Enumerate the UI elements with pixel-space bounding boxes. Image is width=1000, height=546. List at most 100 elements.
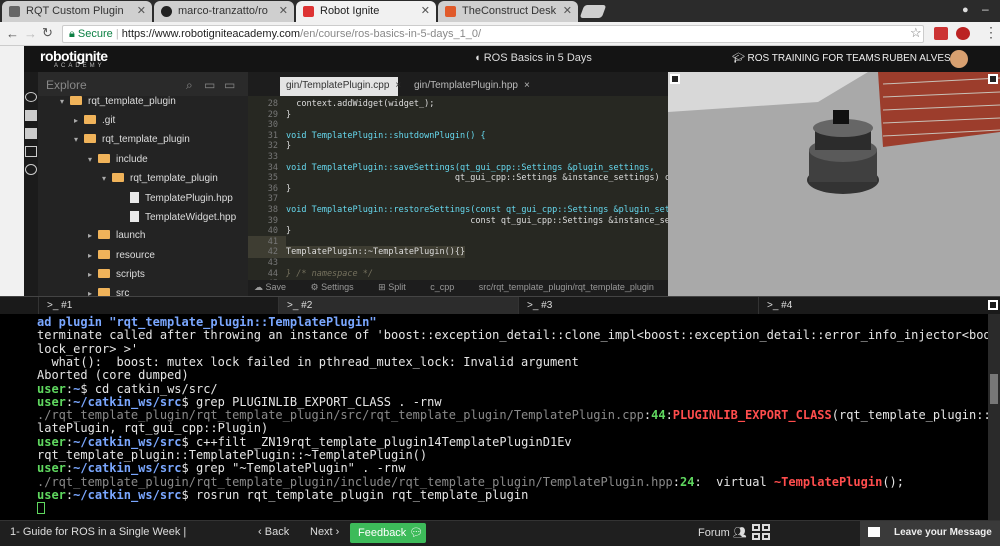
terminal-line: Aborted (core dumped): [37, 369, 189, 382]
folder-item[interactable]: ▸ launch: [88, 230, 145, 248]
notebook-icon[interactable]: [25, 146, 37, 157]
expand-icon[interactable]: [670, 74, 680, 84]
split-button[interactable]: ⊞ Split: [378, 282, 406, 292]
browser-tab-theconstruct[interactable]: TheConstruct Desk ✕: [438, 1, 578, 22]
expand-icon[interactable]: [988, 74, 998, 84]
new-tab-button[interactable]: [579, 5, 607, 18]
course-icon: ◖: [474, 52, 484, 64]
file-item[interactable]: TemplateWidget.hpp: [120, 211, 236, 229]
folder-icon: [84, 134, 96, 144]
caret-icon[interactable]: ▾: [102, 174, 112, 183]
close-icon[interactable]: ✕: [279, 4, 288, 17]
caret-icon[interactable]: ▸: [88, 270, 98, 279]
terminal-segment: (rqt_template_plugin::Tem: [831, 408, 988, 423]
close-icon[interactable]: ✕: [421, 4, 430, 17]
site-logo[interactable]: robotignite: [40, 48, 108, 64]
terminal-segment: Aborted (core dumped): [37, 368, 189, 383]
terminal-output[interactable]: ad plugin "rqt_template_plugin::Template…: [0, 314, 988, 520]
leave-message-button[interactable]: Leave your Message: [860, 521, 1000, 546]
terminal-line: lock_error> >': [37, 342, 138, 356]
avatar[interactable]: [950, 50, 968, 68]
folder-item[interactable]: ▸ resource: [88, 249, 155, 268]
caret-icon[interactable]: ▸: [88, 231, 98, 240]
terminal-tab-3[interactable]: >_ #3: [518, 297, 758, 315]
terminal-tab-4[interactable]: >_ #4: [758, 297, 988, 315]
browser-tab-robot-ignite[interactable]: Robot Ignite ✕: [296, 1, 436, 22]
grid-menu-icon[interactable]: [752, 524, 772, 542]
settings-button[interactable]: ⚙ Settings: [311, 282, 354, 292]
refresh-icon[interactable]: [25, 164, 37, 175]
caret-icon[interactable]: ▾: [60, 97, 70, 106]
terminal-line: user:~/catkin_ws/src$ grep "~TemplatePlu…: [37, 462, 405, 475]
terminal-icon[interactable]: [25, 110, 37, 121]
folder-icon: [112, 172, 124, 182]
code-line[interactable]: 39 const qt_gui_cpp::Settings &instance_…: [248, 215, 668, 227]
eye-icon[interactable]: [25, 92, 37, 102]
forum-link[interactable]: Forum 👥︎: [698, 526, 747, 539]
caret-icon[interactable]: ▾: [74, 135, 84, 144]
feedback-button[interactable]: Feedback 💬︎: [350, 523, 426, 543]
search-icon[interactable]: ⌕: [186, 78, 193, 93]
reload-icon[interactable]: ↻: [42, 25, 53, 41]
terminal-segment: PLUGINLIB_EXPORT_CLASS: [672, 408, 832, 423]
training-teams-link[interactable]: 🎓︎ ROS TRAINING FOR TEAMS: [732, 53, 880, 64]
folder-item[interactable]: ▸ scripts: [88, 268, 145, 287]
code-line[interactable]: 35 qt_gui_cpp::Settings &instance_settin…: [248, 172, 668, 184]
caret-icon[interactable]: ▸: [74, 116, 84, 125]
terminal-segment: :: [672, 474, 680, 489]
close-icon[interactable]: ×: [395, 80, 401, 91]
tab-template-plugin-hpp[interactable]: gin/TemplatePlugin.hpp ×: [408, 77, 530, 96]
language-mode[interactable]: c_cpp: [430, 282, 454, 292]
scrollbar-thumb[interactable]: [990, 374, 998, 404]
forward-arrow-icon[interactable]: →: [24, 26, 37, 41]
new-file-icon[interactable]: ▭: [204, 78, 215, 92]
terminal-tab-2[interactable]: >_ #2: [278, 297, 518, 315]
folder-item[interactable]: ▸ .git: [74, 115, 115, 133]
folder-item[interactable]: ▸ src: [88, 288, 129, 296]
folder-icon: [98, 288, 110, 296]
terminal-tab-1[interactable]: >_ #1: [38, 297, 278, 315]
graphic-tool-icon[interactable]: [25, 128, 37, 139]
gazebo-simulation-view[interactable]: [668, 72, 1000, 296]
terminal-segment: terminate called after throwing an insta…: [37, 328, 988, 343]
bookmark-star-icon[interactable]: ☆: [910, 25, 922, 41]
save-button[interactable]: ☁ Save: [254, 282, 286, 292]
minimize-icon[interactable]: –: [982, 2, 989, 16]
terminal-scrollbar[interactable]: [988, 314, 1000, 520]
unit-selector[interactable]: 1- Guide for ROS in a Single Week |: [10, 526, 186, 538]
caret-icon[interactable]: ▾: [88, 155, 98, 164]
file-item[interactable]: TemplatePlugin.hpp: [120, 192, 233, 210]
menu-kebab-icon[interactable]: ⋮: [984, 24, 998, 41]
next-button[interactable]: Next ›: [310, 526, 339, 538]
url-field[interactable]: 🔒︎ Secure | https://www.robotigniteacade…: [62, 25, 924, 43]
close-icon[interactable]: ×: [524, 80, 530, 91]
user-name[interactable]: RUBEN ALVES: [882, 53, 951, 64]
folder-item[interactable]: ▾ rqt_template_plugin: [74, 134, 190, 152]
tab-template-plugin-cpp[interactable]: gin/TemplatePlugin.cpp ×: [280, 77, 401, 96]
editor-tabs: gin/TemplatePlugin.cpp × gin/TemplatePlug…: [248, 72, 668, 96]
back-arrow-icon[interactable]: ←: [6, 26, 19, 41]
folder-item[interactable]: ▾ include: [88, 153, 148, 172]
caret-icon[interactable]: ▸: [88, 251, 98, 260]
expand-icon[interactable]: [988, 300, 998, 310]
tab-label: RQT Custom Plugin: [26, 5, 124, 17]
adblock-icon[interactable]: [956, 27, 970, 40]
browser-tab-rqt[interactable]: RQT Custom Plugin ✕: [2, 1, 152, 22]
site-header: robotignite ACADEMY ◖ ROS Basics in 5 Da…: [24, 46, 1000, 72]
folder-item[interactable]: ▾ rqt_template_plugin: [102, 172, 218, 191]
back-button[interactable]: ‹ Back: [258, 526, 289, 538]
course-bottom-bar: 1- Guide for ROS in a Single Week | ‹ Ba…: [0, 520, 1000, 546]
terminal-segment: :: [665, 408, 673, 423]
close-icon[interactable]: ✕: [137, 4, 146, 17]
new-folder-icon[interactable]: ▭: [224, 78, 235, 92]
code-text: qt_gui_cpp::Settings &instance_settings)…: [286, 173, 668, 184]
close-icon[interactable]: ✕: [563, 4, 572, 17]
terminal-segment: 44: [651, 408, 666, 423]
user-profile-icon[interactable]: ●: [962, 4, 969, 16]
extension-icon[interactable]: [934, 27, 948, 40]
folder-item[interactable]: ▾ rqt_template_plugin: [60, 96, 176, 114]
browser-tab-github[interactable]: marco-tranzatto/ro ✕: [154, 1, 294, 22]
chat-icon: 💬︎: [409, 527, 424, 539]
caret-icon[interactable]: ▸: [88, 289, 98, 296]
editor-status-bar: ☁ Save ⚙ Settings ⊞ Split c_cpp src/rqt_…: [248, 280, 668, 296]
